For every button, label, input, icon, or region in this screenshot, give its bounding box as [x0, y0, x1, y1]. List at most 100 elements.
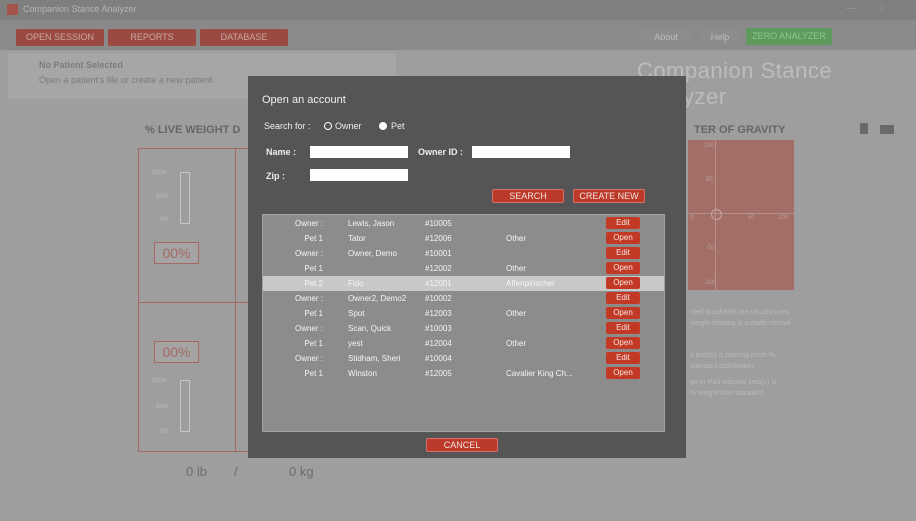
close-icon[interactable]: ○: [878, 2, 884, 13]
row-id: #12005: [425, 369, 452, 378]
axis-label: 0%: [160, 429, 169, 435]
table-row[interactable]: Pet 1 Spot #12003 Other Open: [263, 306, 664, 321]
edit-button[interactable]: Edit: [606, 217, 640, 229]
legend-note: nted quadrants are visuals cues: [690, 309, 789, 316]
create-new-button[interactable]: CREATE NEW: [573, 189, 645, 203]
axis-label: 50%: [156, 404, 169, 410]
search-button[interactable]: SEARCH: [492, 189, 564, 203]
live-weight-title: % LIVE WEIGHT D: [145, 124, 241, 136]
database-button[interactable]: DATABASE: [200, 29, 288, 46]
row-id: #10001: [425, 249, 452, 258]
row-name: Stidham, Sheri: [348, 354, 401, 363]
table-row[interactable]: Owner : Scan, Quick #10003 Edit: [263, 321, 664, 336]
zip-label: Zip :: [266, 171, 285, 181]
row-name: Owner2, Demo2: [348, 294, 407, 303]
row-name: Spot: [348, 309, 365, 318]
row-type: Pet 1: [304, 369, 323, 378]
row-name: Tator: [348, 234, 366, 243]
row-id: #12004: [425, 339, 452, 348]
axis-label: 0%: [160, 217, 169, 223]
row-breed: Other: [506, 234, 527, 243]
table-row[interactable]: Pet 1 Tator #12006 Other Open: [263, 231, 664, 246]
owner-radio[interactable]: [324, 122, 332, 130]
dialog-title: Open an account: [262, 94, 346, 106]
row-name: Scan, Quick: [348, 324, 392, 333]
open-button[interactable]: Open: [606, 367, 640, 379]
row-breed: Cavalier King Ch...: [506, 369, 573, 378]
row-id: #12002: [425, 264, 452, 273]
help-button[interactable]: Help: [700, 29, 740, 46]
cancel-button[interactable]: CANCEL: [426, 438, 498, 452]
row-type: Owner :: [294, 354, 323, 363]
row-type: Pet 1: [304, 264, 323, 273]
cog-label: -100: [704, 280, 717, 286]
table-row[interactable]: Pet 1 #12002 Other Open: [263, 261, 664, 276]
center-of-gravity-title: TER OF GRAVITY: [694, 124, 786, 136]
edit-button[interactable]: Edit: [606, 247, 640, 259]
row-type: Owner :: [294, 249, 323, 258]
reports-button[interactable]: REPORTS: [108, 29, 196, 46]
pet-radio[interactable]: [379, 122, 387, 130]
zero-analyzer-button[interactable]: ZERO ANALYZER: [746, 28, 832, 45]
edit-button[interactable]: Edit: [606, 322, 640, 334]
row-type: Owner :: [294, 294, 323, 303]
row-id: #10004: [425, 354, 452, 363]
row-type: Pet 1: [304, 309, 323, 318]
legend-note: s limb(s) is bearing more %: [690, 352, 775, 359]
edit-button[interactable]: Edit: [606, 292, 640, 304]
table-row[interactable]: Pet 2 Fido #12001 Affenpinscher Open: [263, 276, 664, 291]
open-button[interactable]: Open: [606, 337, 640, 349]
legend-note: % weight than standard: [690, 390, 764, 397]
axis-label: 100%: [152, 378, 168, 384]
weight-separator: /: [234, 464, 238, 479]
table-row[interactable]: Owner : Lewis, Jason #10005 Edit: [263, 216, 664, 231]
row-type: Pet 1: [304, 234, 323, 243]
cog-label: 50: [748, 215, 755, 221]
top-percent-readout: 00%: [154, 242, 199, 264]
open-button[interactable]: Open: [606, 232, 640, 244]
zip-input[interactable]: [310, 169, 408, 181]
pet-radio-label[interactable]: Pet: [391, 121, 405, 131]
weight-bar-rear: [180, 380, 190, 432]
bottom-percent-readout: 00%: [154, 341, 199, 363]
row-id: #10002: [425, 294, 452, 303]
row-breed: Other: [506, 339, 527, 348]
document-icon[interactable]: [860, 123, 868, 134]
window-title: Companion Stance Analyzer: [23, 4, 137, 14]
row-breed: Affenpinscher: [506, 279, 555, 288]
name-input[interactable]: [310, 146, 408, 158]
edit-button[interactable]: Edit: [606, 352, 640, 364]
open-session-button[interactable]: OPEN SESSION: [16, 29, 104, 46]
table-row[interactable]: Owner : Stidham, Sheri #10004 Edit: [263, 351, 664, 366]
row-name: yest: [348, 339, 363, 348]
cog-marker: [711, 209, 722, 220]
table-row[interactable]: Pet 1 Winston #12005 Cavalier King Ch... Ope…: [263, 366, 664, 381]
cog-axis-horizontal: [688, 213, 794, 214]
row-breed: Other: [506, 309, 527, 318]
open-button[interactable]: Open: [606, 307, 640, 319]
legend-note: ge or Pad indicate limb(s) is: [690, 379, 777, 386]
axis-label: 50%: [156, 194, 169, 200]
row-id: #10003: [425, 324, 452, 333]
weight-kg: 0 kg: [289, 464, 314, 479]
table-row[interactable]: Owner : Owner, Demo #10001 Edit: [263, 246, 664, 261]
row-type: Owner :: [294, 324, 323, 333]
cog-label: 100: [778, 215, 789, 221]
row-id: #12001: [425, 279, 452, 288]
row-id: #12006: [425, 234, 452, 243]
cog-label: 50: [706, 177, 713, 183]
table-row[interactable]: Owner : Owner2, Demo2 #10002 Edit: [263, 291, 664, 306]
patient-hint: Open a patient's file or create a new pa…: [39, 75, 213, 85]
open-button[interactable]: Open: [606, 262, 640, 274]
print-icon[interactable]: [880, 125, 894, 134]
row-id: #12003: [425, 309, 452, 318]
about-button[interactable]: About: [640, 29, 692, 46]
cog-label: 0: [690, 215, 694, 221]
owner-id-input[interactable]: [472, 146, 570, 158]
open-button[interactable]: Open: [606, 277, 640, 289]
minimize-icon[interactable]: —: [846, 3, 856, 14]
title-bar: [0, 0, 916, 20]
owner-radio-label[interactable]: Owner: [335, 121, 362, 131]
table-row[interactable]: Pet 1 yest #12004 Other Open: [263, 336, 664, 351]
axis-label: 100%: [152, 170, 168, 176]
